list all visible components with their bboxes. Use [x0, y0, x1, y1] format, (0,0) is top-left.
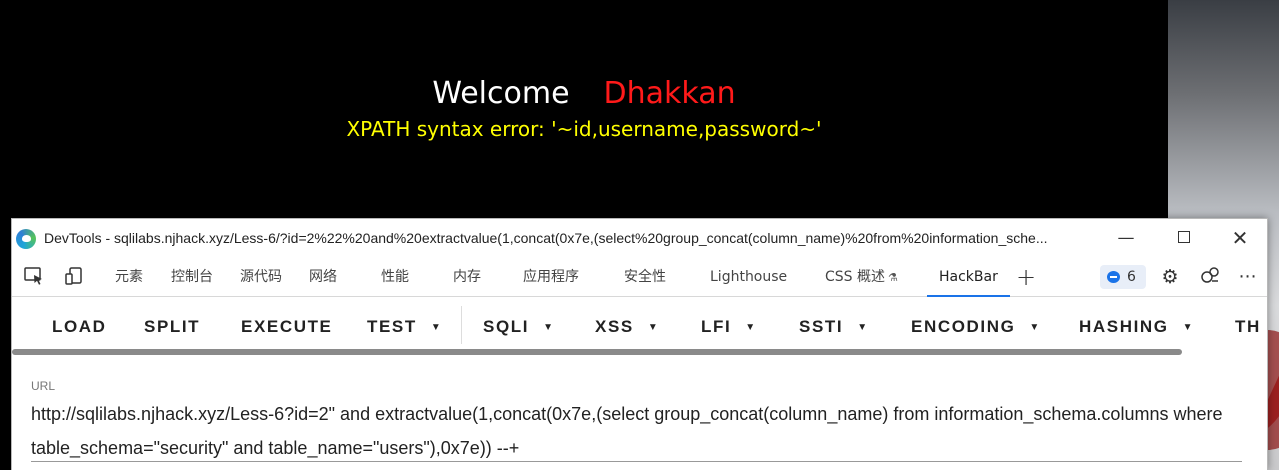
- xss-dropdown-label: XSS: [595, 317, 634, 336]
- execute-button-label: EXECUTE: [241, 317, 333, 336]
- tab-hackbar[interactable]: HackBar: [927, 257, 1010, 297]
- sqli-dropdown[interactable]: SQLI ▼: [483, 298, 555, 352]
- tab-css-overview[interactable]: CSS 概述 ⚗: [825, 257, 898, 297]
- encoding-dropdown[interactable]: ENCODING ▼: [911, 298, 1041, 352]
- tab-security[interactable]: 安全性: [624, 257, 666, 297]
- window-title: DevTools - sqlilabs.njhack.xyz/Less-6/?i…: [44, 230, 1048, 246]
- issues-badge[interactable]: 6: [1100, 265, 1146, 289]
- test-dropdown[interactable]: TEST ▼: [367, 298, 442, 352]
- url-label: URL: [31, 379, 56, 393]
- inspect-element-icon[interactable]: [22, 265, 46, 289]
- issues-count: 6: [1127, 269, 1136, 285]
- encoding-dropdown-label: ENCODING: [911, 317, 1016, 336]
- hashing-dropdown[interactable]: HASHING ▼: [1079, 298, 1194, 352]
- chevron-down-icon: ▼: [857, 322, 869, 333]
- theme-button-label: TH: [1235, 317, 1261, 336]
- chevron-down-icon: ▼: [1029, 322, 1041, 333]
- tab-lighthouse[interactable]: Lighthouse: [710, 257, 787, 297]
- lfi-dropdown[interactable]: LFI ▼: [701, 298, 757, 352]
- execute-button[interactable]: EXECUTE: [241, 298, 333, 352]
- username-text: Dhakkan: [603, 76, 736, 111]
- tab-memory[interactable]: 内存: [453, 257, 481, 297]
- maximize-button[interactable]: [1166, 225, 1202, 251]
- feedback-icon[interactable]: [1198, 265, 1222, 289]
- tab-elements[interactable]: 元素: [115, 257, 143, 297]
- tab-network[interactable]: 网络: [309, 257, 337, 297]
- xss-dropdown[interactable]: XSS ▼: [595, 298, 659, 352]
- minimize-button[interactable]: —: [1108, 225, 1144, 251]
- chevron-down-icon: ▼: [430, 322, 443, 333]
- welcome-text: Welcome: [432, 76, 570, 111]
- devtools-titlebar[interactable]: DevTools - sqlilabs.njhack.xyz/Less-6/?i…: [12, 219, 1267, 257]
- chevron-down-icon: ▼: [1182, 322, 1195, 333]
- hashing-dropdown-label: HASHING: [1079, 317, 1169, 336]
- tab-console[interactable]: 控制台: [171, 257, 213, 297]
- url-input[interactable]: http://sqlilabs.njhack.xyz/Less-6?id=2" …: [31, 397, 1246, 465]
- test-dropdown-label: TEST: [367, 317, 417, 336]
- sqli-dropdown-label: SQLI: [483, 317, 530, 336]
- toolbar-horizontal-scrollbar[interactable]: [12, 349, 1182, 355]
- split-button[interactable]: SPLIT: [144, 298, 200, 352]
- add-tab-icon[interactable]: +: [1016, 263, 1036, 291]
- chevron-down-icon: ▼: [647, 322, 660, 333]
- ssti-dropdown[interactable]: SSTI ▼: [799, 298, 869, 352]
- experiment-flask-icon: ⚗: [888, 271, 898, 284]
- chevron-down-icon: ▼: [543, 322, 555, 333]
- hackbar-toolbar: LOAD SPLIT EXECUTE TEST ▼ SQLI ▼ XSS ▼ LFI ▼…: [12, 298, 1267, 352]
- settings-icon[interactable]: ⚙: [1158, 265, 1182, 289]
- edge-logo-icon: [16, 229, 36, 249]
- ssti-dropdown-label: SSTI: [799, 317, 844, 336]
- theme-button[interactable]: TH: [1235, 298, 1261, 352]
- xpath-error-message: XPATH syntax error: '~id,username,passwo…: [346, 117, 822, 141]
- device-toolbar-icon[interactable]: [62, 265, 86, 289]
- lfi-dropdown-label: LFI: [701, 317, 732, 336]
- maximize-icon: [1178, 230, 1190, 243]
- toolbar-divider: [461, 306, 462, 344]
- load-button-label: LOAD: [52, 317, 107, 336]
- welcome-line: Welcome Dhakkan: [0, 76, 1168, 111]
- tab-sources[interactable]: 源代码: [240, 257, 282, 297]
- more-options-icon[interactable]: ⋯: [1236, 265, 1260, 289]
- tab-performance[interactable]: 性能: [381, 257, 409, 297]
- tab-css-overview-label: CSS 概述: [825, 269, 885, 285]
- devtools-tab-bar: 元素 控制台 源代码 网络 性能 内存 应用程序 安全性 Lighthouse …: [12, 257, 1267, 297]
- split-button-label: SPLIT: [144, 317, 201, 336]
- url-input-underline: [31, 461, 1242, 462]
- close-button[interactable]: ✕: [1222, 225, 1258, 251]
- devtools-window: DevTools - sqlilabs.njhack.xyz/Less-6/?i…: [11, 218, 1268, 470]
- chevron-down-icon: ▼: [745, 322, 757, 333]
- url-section: URL http://sqlilabs.njhack.xyz/Less-6?id…: [12, 359, 1267, 470]
- load-button[interactable]: LOAD: [52, 298, 107, 352]
- issues-icon: [1107, 271, 1120, 283]
- tab-application[interactable]: 应用程序: [523, 257, 579, 297]
